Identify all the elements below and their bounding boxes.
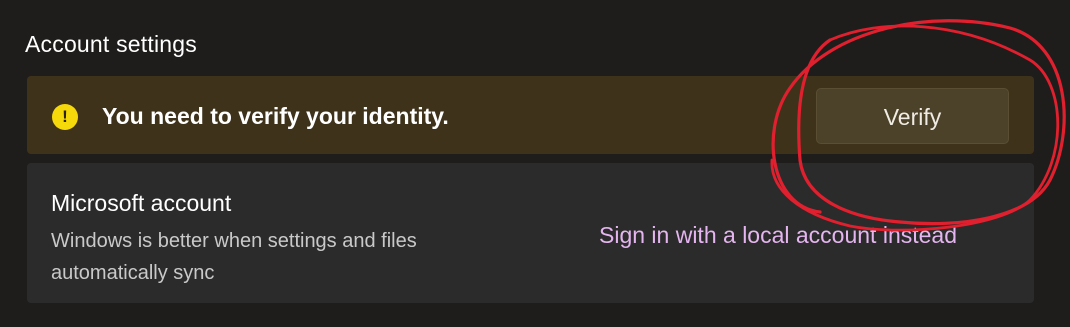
- section-title: Account settings: [25, 31, 197, 57]
- card-description: Windows is better when settings and file…: [51, 230, 417, 284]
- settings-page: { "section": { "title": "Account setting…: [0, 0, 1070, 327]
- local-account-link[interactable]: Sign in with a local account instead: [599, 222, 957, 249]
- card-title: Microsoft account: [51, 190, 232, 216]
- microsoft-account-card: Microsoft account Windows is better when…: [27, 163, 1034, 303]
- banner-message: You need to verify your identity.: [102, 103, 449, 129]
- verify-identity-banner: ! You need to verify your identity. Veri…: [27, 76, 1034, 154]
- verify-button[interactable]: Verify: [816, 88, 1009, 144]
- warning-icon: !: [52, 104, 78, 130]
